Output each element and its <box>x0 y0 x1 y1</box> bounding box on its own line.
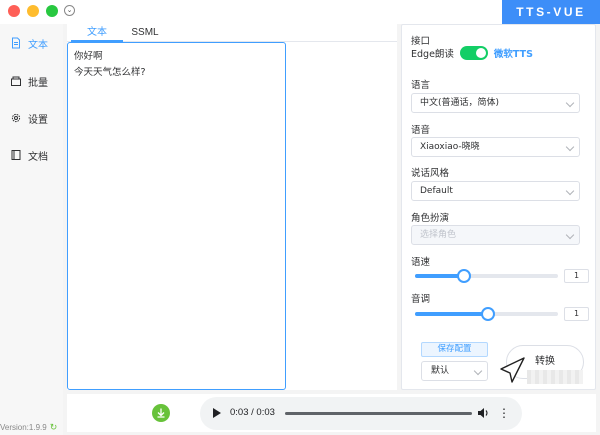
progress-bar[interactable] <box>285 412 472 415</box>
play-icon[interactable] <box>213 408 221 418</box>
refresh-icon[interactable]: ↻ <box>50 422 58 432</box>
text-input[interactable]: 你好啊 今天天气怎么样? <box>67 42 286 390</box>
voice-select[interactable]: Xiaoxiao-晓晓 <box>411 137 580 157</box>
chevron-down-icon <box>565 142 575 152</box>
save-config-button[interactable]: 保存配置 <box>421 342 488 357</box>
maximize-window-button[interactable] <box>46 5 58 17</box>
sidebar-item-label: 批量 <box>28 77 48 89</box>
voice-label: 语音 <box>411 125 431 136</box>
role-label: 角色扮演 <box>411 213 450 224</box>
gear-icon <box>11 113 21 123</box>
sidebar-item-label: 设置 <box>28 114 48 126</box>
version-info: Version:1.9.9 ↻ <box>0 422 57 433</box>
speed-slider-handle[interactable] <box>457 269 471 283</box>
role-select[interactable]: 选择角色 <box>411 225 580 245</box>
sidebar: 文本 批量 设置 文档 Version:1.9.9 ↻ <box>0 24 63 435</box>
more-options-icon[interactable]: ⋮ <box>498 405 510 421</box>
sidebar-item-label: 文本 <box>28 39 48 51</box>
title-bar: ⌄ TTS-VUE <box>0 0 600 24</box>
chevron-down-icon <box>565 186 575 196</box>
interface-toggle[interactable] <box>459 46 488 60</box>
language-value: 中文(普通话，简体) <box>420 98 500 108</box>
sidebar-item-label: 文档 <box>28 151 48 163</box>
close-window-button[interactable] <box>8 5 20 17</box>
style-value: Default <box>420 186 453 196</box>
language-label: 语言 <box>411 80 431 91</box>
pitch-slider[interactable] <box>415 307 558 321</box>
sidebar-item-docs[interactable]: 文档 <box>10 146 48 164</box>
switch-right-label: 微软TTS <box>493 49 533 60</box>
version-label: Version:1.9.9 <box>0 423 47 432</box>
download-button[interactable] <box>152 404 170 422</box>
chevron-down-icon[interactable]: ⌄ <box>64 5 75 16</box>
pitch-input[interactable]: 1 <box>564 307 589 321</box>
pitch-label: 音调 <box>411 294 431 305</box>
role-placeholder: 选择角色 <box>420 230 457 240</box>
audio-player: 0:03 / 0:03 ⋮ <box>200 397 522 430</box>
speed-label: 语速 <box>411 257 431 268</box>
style-label: 说话风格 <box>411 168 450 179</box>
editor-card: 文本 SSML 你好啊 今天天气怎么样? <box>67 24 397 390</box>
speed-slider[interactable] <box>415 269 558 283</box>
interface-switch-row: Edge朗读 微软TTS <box>411 46 533 60</box>
document-icon <box>12 37 20 49</box>
chevron-down-icon <box>473 366 483 376</box>
blurred-area <box>527 370 583 384</box>
sidebar-item-settings[interactable]: 设置 <box>10 109 48 127</box>
main-content: 文本 SSML 你好啊 今天天气怎么样? 接口 Edge朗读 微软TTS 语言 … <box>63 24 600 435</box>
interface-label: 接口 <box>411 36 431 47</box>
sidebar-item-batch[interactable]: 批量 <box>10 72 48 90</box>
style-select[interactable]: Default <box>411 181 580 201</box>
minimize-window-button[interactable] <box>27 5 39 17</box>
bottom-bar: 0:03 / 0:03 ⋮ <box>67 394 596 432</box>
pitch-slider-handle[interactable] <box>481 307 495 321</box>
pitch-slider-fill <box>415 312 488 316</box>
volume-icon[interactable] <box>476 406 490 420</box>
preset-select[interactable]: 默认 <box>421 361 488 381</box>
sidebar-item-text[interactable]: 文本 <box>10 34 48 52</box>
settings-panel: 接口 Edge朗读 微软TTS 语言 中文(普通话，简体) 语音 Xiaoxia… <box>401 24 596 390</box>
preset-value: 默认 <box>431 366 450 376</box>
speed-input[interactable]: 1 <box>564 269 589 283</box>
app-brand: TTS-VUE <box>502 0 600 24</box>
book-icon <box>11 150 21 160</box>
tab-ssml[interactable]: SSML <box>125 24 165 42</box>
toggle-knob <box>475 48 486 58</box>
tab-text[interactable]: 文本 <box>71 24 123 42</box>
player-time: 0:03 / 0:03 <box>230 407 275 418</box>
batch-icon <box>11 76 21 86</box>
chevron-down-icon <box>565 98 575 108</box>
voice-value: Xiaoxiao-晓晓 <box>420 142 480 152</box>
chevron-down-icon <box>565 230 575 240</box>
download-icon <box>157 408 165 418</box>
editor-tabs: 文本 SSML <box>67 24 397 42</box>
language-select[interactable]: 中文(普通话，简体) <box>411 93 580 113</box>
mouse-cursor-icon <box>500 357 525 383</box>
switch-left-label: Edge朗读 <box>411 49 454 60</box>
